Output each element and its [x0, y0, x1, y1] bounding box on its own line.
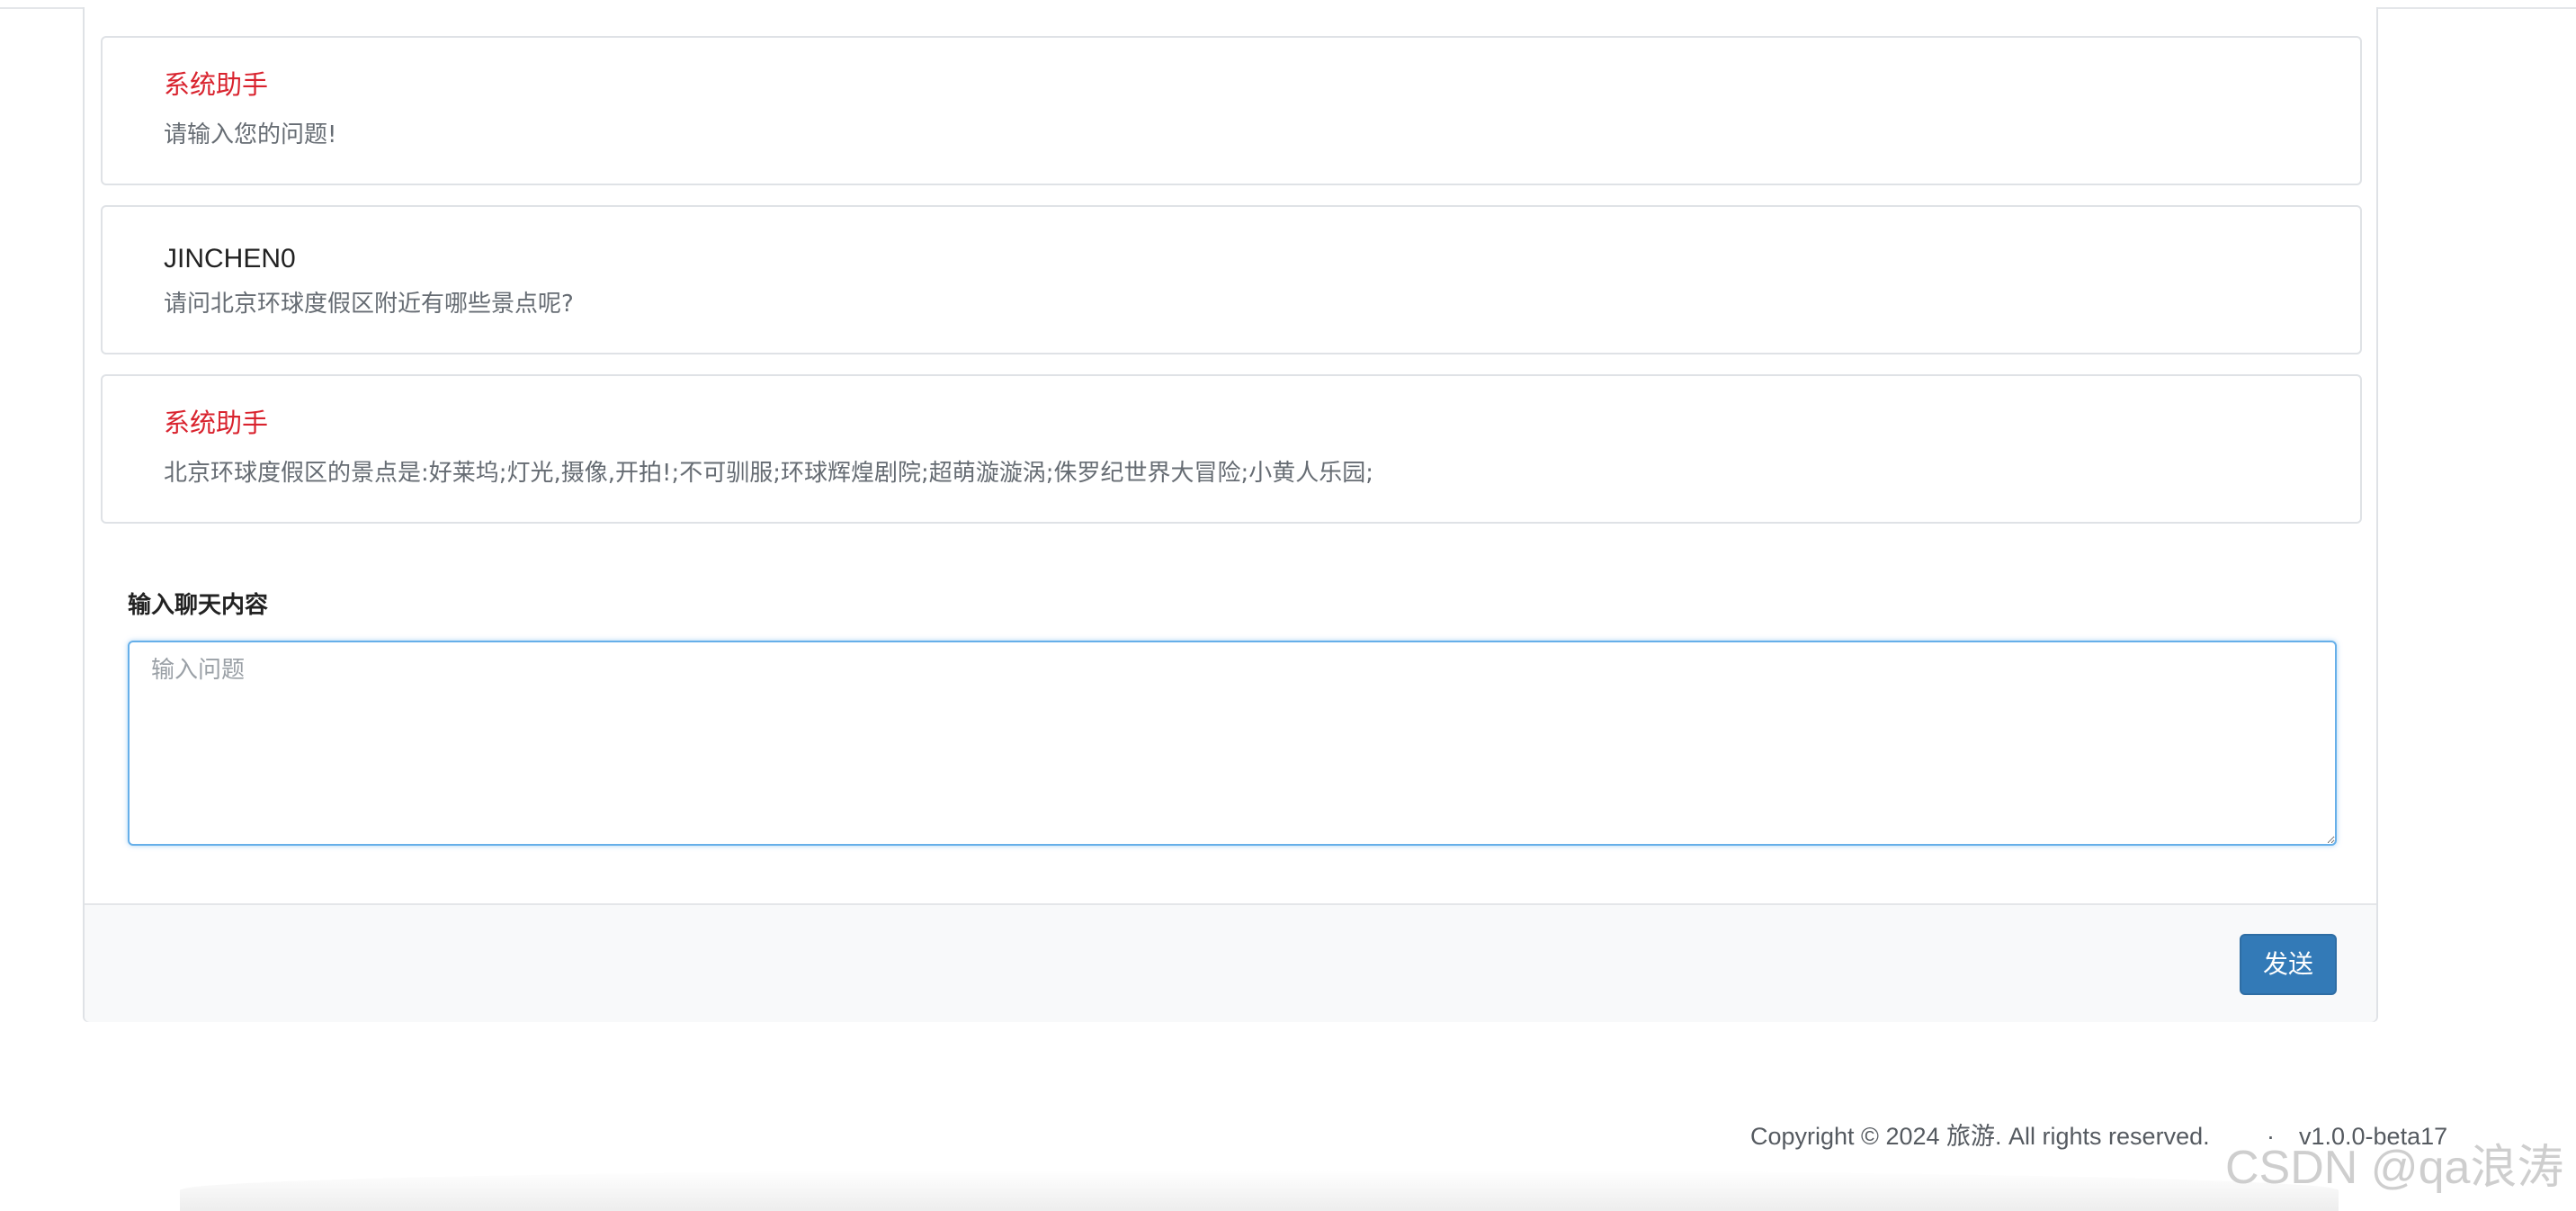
message-text: 北京环球度假区的景点是:好莱坞;灯光,摄像,开拍!;不可驯服;环球辉煌剧院;超萌… [164, 460, 1374, 487]
chat-input-label: 输入聊天内容 [128, 592, 269, 619]
panel-footer [85, 903, 2376, 1022]
copyright-text: Copyright © 2024 旅游. All rights reserved… [1750, 1123, 2210, 1150]
message-text: 请输入您的问题! [164, 121, 337, 148]
bottom-shadow [180, 1170, 2339, 1211]
message-sender: 系统助手 [164, 69, 269, 100]
chat-message: 系统助手 北京环球度假区的景点是:好莱坞;灯光,摄像,开拍!;不可驯服;环球辉煌… [101, 374, 2362, 524]
message-sender: 系统助手 [164, 408, 269, 438]
chat-message: 系统助手 请输入您的问题! [101, 36, 2362, 185]
watermark: CSDN @qa浪涛 [2225, 1142, 2564, 1194]
message-sender: JINCHEN0 [164, 244, 296, 274]
message-text: 请问北京环球度假区附近有哪些景点呢? [164, 291, 574, 318]
chat-message: JINCHEN0 请问北京环球度假区附近有哪些景点呢? [101, 205, 2362, 354]
chat-input[interactable] [128, 641, 2337, 846]
send-button[interactable]: 发送 [2240, 934, 2337, 995]
